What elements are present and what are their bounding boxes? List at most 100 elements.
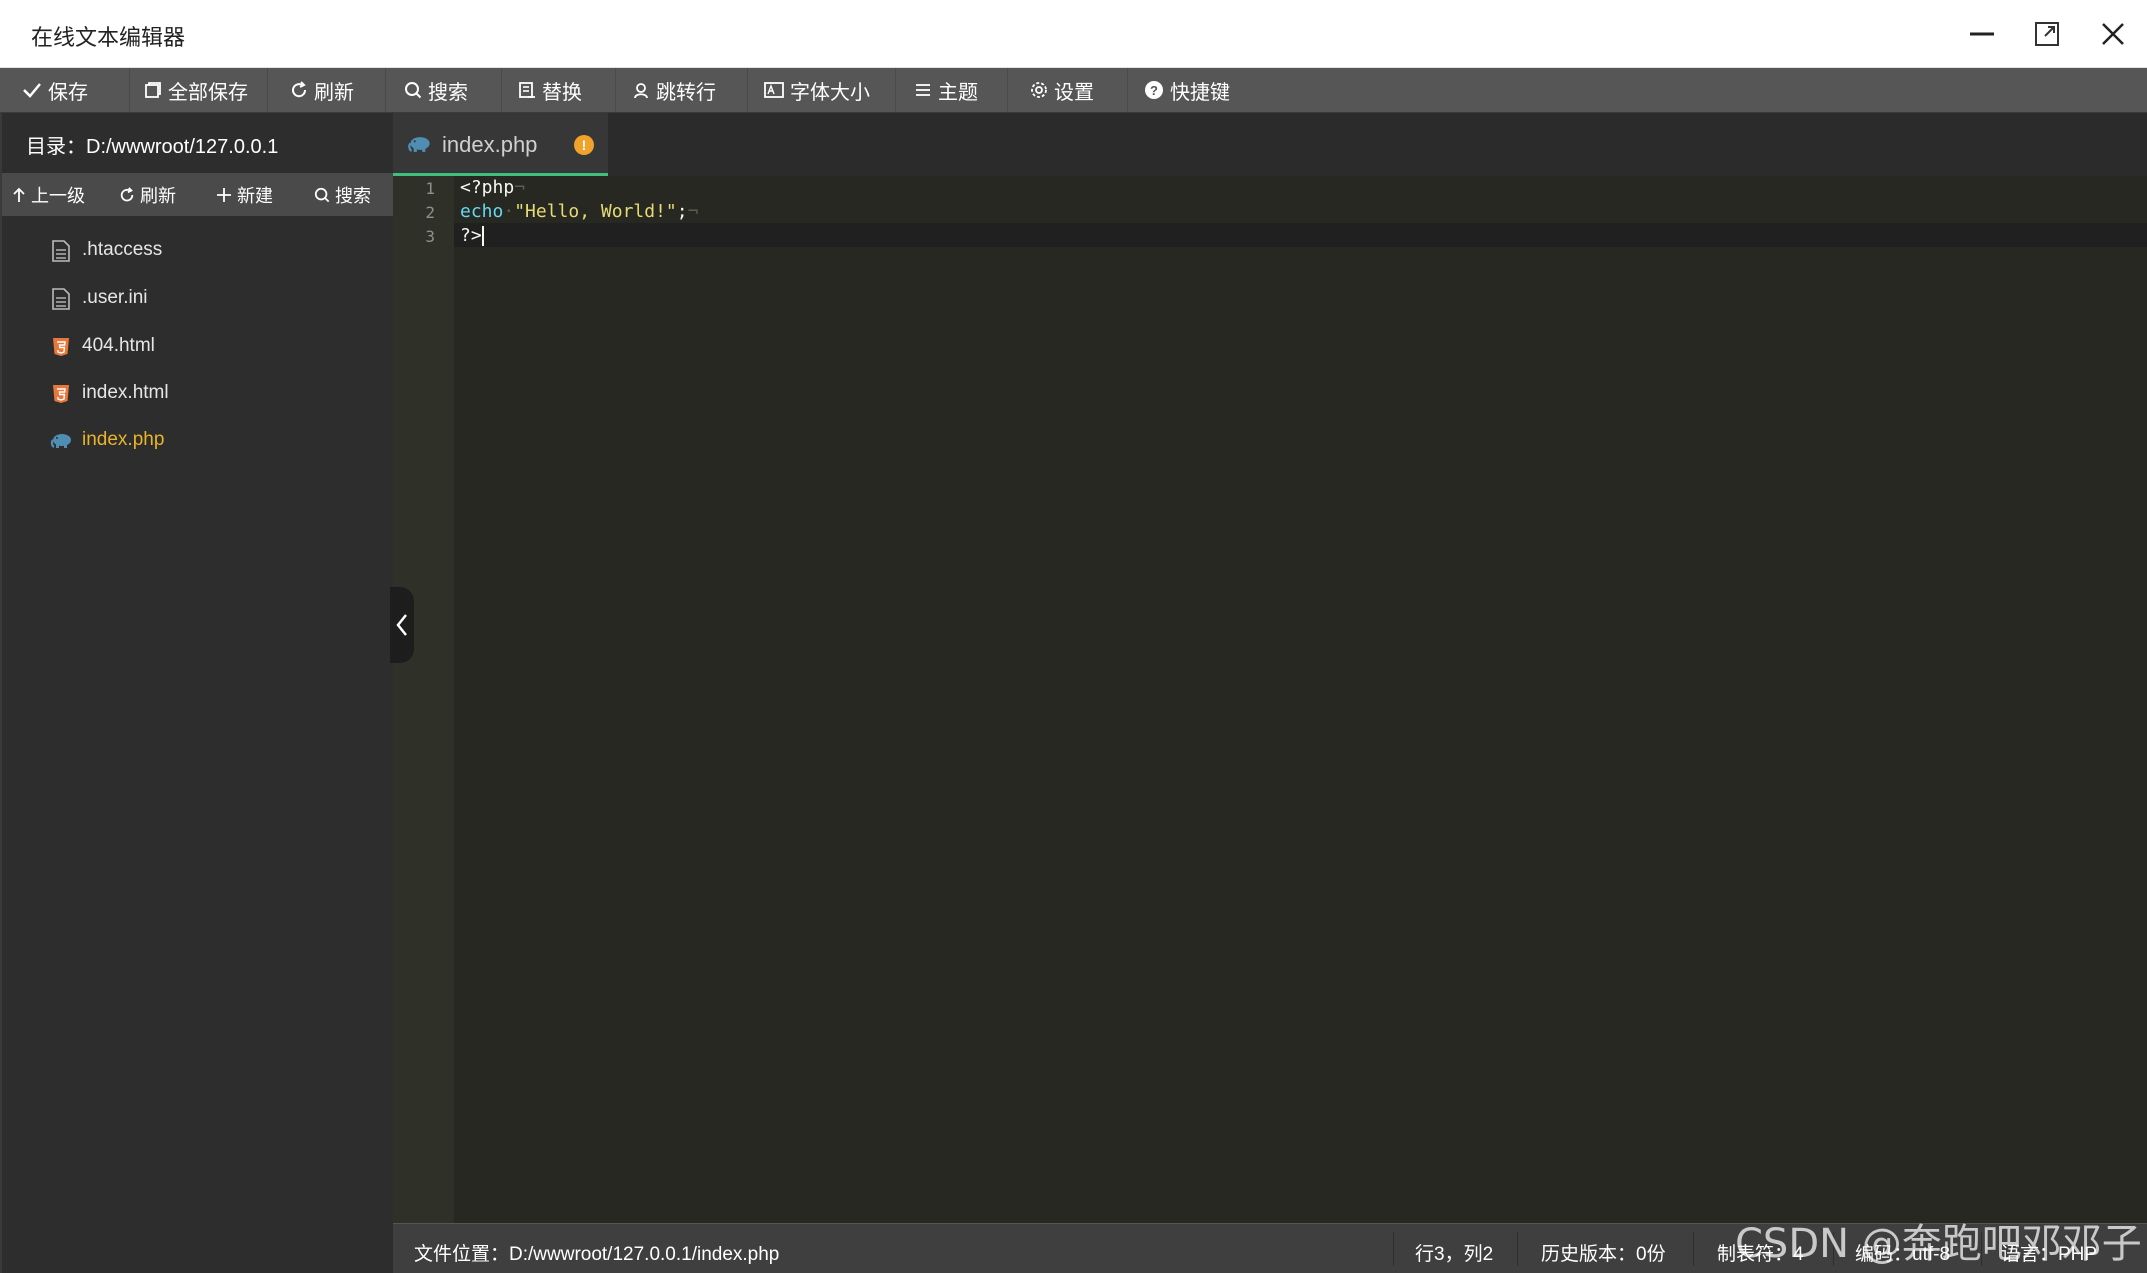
file-sidebar: 目录：D:/wwwroot/127.0.0.1 上一级 刷新 新建 搜索 .ht… xyxy=(0,113,393,1273)
font-size-icon xyxy=(764,82,784,98)
svg-text:?: ? xyxy=(1150,83,1158,98)
help-icon: ? xyxy=(1145,81,1163,99)
php-elephant-icon xyxy=(407,136,431,158)
settings-button[interactable]: 设置 xyxy=(1016,68,1128,112)
theme-label: 主题 xyxy=(938,81,978,104)
file-item-user-ini[interactable]: .user.ini xyxy=(2,276,393,322)
goto-line-button[interactable]: 跳转行 xyxy=(618,68,748,112)
maximize-icon xyxy=(2035,22,2059,46)
sidebar-refresh-label: 刷新 xyxy=(140,185,176,206)
settings-label: 设置 xyxy=(1054,81,1094,104)
code-area[interactable]: <?php¬ echo·"Hello, World!";¬ ?> xyxy=(454,176,2147,1223)
eol-marker: ¬ xyxy=(514,177,526,198)
status-divider xyxy=(1517,1232,1518,1266)
editor-tab-strip: index.php ! xyxy=(393,113,2147,176)
line-number: 3 xyxy=(425,227,435,246)
sidebar-search-label: 搜索 xyxy=(335,185,371,206)
file-name: 404.html xyxy=(82,335,155,356)
text-cursor xyxy=(481,226,484,246)
eol-marker: ¬ xyxy=(687,201,699,222)
parent-dir-label: 上一级 xyxy=(31,185,85,206)
parent-dir-button[interactable]: 上一级 xyxy=(12,173,85,216)
code-editor: index.php ! 1 2 3 <?php¬ echo·"Hello, Wo… xyxy=(393,113,2147,1223)
check-icon xyxy=(23,83,41,98)
title-bar: 在线文本编辑器 xyxy=(0,0,2147,68)
line-number-gutter: 1 2 3 xyxy=(393,176,454,1223)
sidebar-toolbar: 上一级 刷新 新建 搜索 xyxy=(2,173,393,216)
code-line-2: echo·"Hello, World!";¬ xyxy=(460,201,699,222)
file-item-404-html[interactable]: 404.html xyxy=(2,324,393,370)
theme-button[interactable]: 主题 xyxy=(900,68,1008,112)
goto-icon xyxy=(634,83,648,99)
close-button[interactable] xyxy=(2093,14,2133,54)
refresh-button[interactable]: 刷新 xyxy=(276,68,386,112)
unsaved-warning-badge: ! xyxy=(574,135,594,155)
save-label: 保存 xyxy=(48,81,88,104)
replace-button[interactable]: 替换 xyxy=(504,68,616,112)
file-text-icon xyxy=(50,240,72,262)
tab-label: index.php xyxy=(442,132,538,157)
close-icon xyxy=(2102,23,2124,45)
status-divider xyxy=(1393,1232,1394,1266)
replace-label: 替换 xyxy=(542,81,582,104)
csdn-watermark: CSDN @奔跑吧邓邓子 xyxy=(1735,1221,2142,1267)
search-label: 搜索 xyxy=(428,81,468,104)
new-file-button[interactable]: 新建 xyxy=(216,173,273,216)
status-file-path: 文件位置：D:/wwwroot/127.0.0.1/index.php xyxy=(414,1244,780,1265)
line-number: 2 xyxy=(425,203,435,222)
save-button[interactable]: 保存 xyxy=(8,68,130,112)
active-line-highlight xyxy=(454,223,2147,247)
font-size-label: 字体大小 xyxy=(790,81,870,104)
search-button[interactable]: 搜索 xyxy=(390,68,502,112)
tab-index-php[interactable]: index.php ! xyxy=(393,113,608,176)
code-line-3: ?> xyxy=(460,225,484,246)
arrow-up-icon xyxy=(13,187,25,202)
menu-icon xyxy=(916,84,930,96)
directory-path: 目录：D:/wwwroot/127.0.0.1 xyxy=(26,136,279,158)
keyword-echo: echo xyxy=(460,201,504,222)
php-open-tag: <?php xyxy=(460,177,515,198)
main-toolbar: 保存 全部保存 刷新 搜索 替换 跳转行 字体大小 主题 设置 ? 快捷键 xyxy=(0,68,2147,113)
refresh-icon xyxy=(292,81,307,98)
file-name: .user.ini xyxy=(82,287,148,308)
file-item-htaccess[interactable]: .htaccess xyxy=(2,228,393,274)
new-file-label: 新建 xyxy=(237,185,273,206)
directory-bar: 目录：D:/wwwroot/127.0.0.1 xyxy=(2,113,393,173)
file-item-index-php[interactable]: index.php xyxy=(2,418,393,464)
font-size-button[interactable]: 字体大小 xyxy=(750,68,896,112)
minimize-icon xyxy=(1970,32,1994,36)
html5-icon xyxy=(50,383,72,405)
file-name: .htaccess xyxy=(82,239,163,260)
search-icon xyxy=(405,82,422,99)
php-elephant-icon xyxy=(50,430,72,452)
sidebar-collapse-button[interactable] xyxy=(390,587,414,663)
refresh-icon xyxy=(120,186,134,201)
sidebar-search-button[interactable]: 搜索 xyxy=(314,173,371,216)
save-all-button[interactable]: 全部保存 xyxy=(130,68,268,112)
html5-icon xyxy=(50,336,72,358)
code-line-1: <?php¬ xyxy=(460,177,525,198)
status-cursor-position: 行3，列2 xyxy=(1415,1244,1494,1265)
file-name: index.php xyxy=(82,429,165,450)
file-item-index-html[interactable]: index.html xyxy=(2,371,393,417)
search-icon xyxy=(314,187,330,202)
file-text-icon xyxy=(50,288,72,310)
line-number: 1 xyxy=(425,179,435,198)
sidebar-refresh-button[interactable]: 刷新 xyxy=(119,173,176,216)
copy-icon xyxy=(145,82,161,98)
goto-line-label: 跳转行 xyxy=(656,81,716,104)
semicolon: ; xyxy=(676,201,688,222)
status-divider xyxy=(1693,1232,1694,1266)
file-name: index.html xyxy=(82,382,169,403)
plus-icon xyxy=(217,187,231,202)
window-title: 在线文本编辑器 xyxy=(31,25,186,50)
maximize-button[interactable] xyxy=(2027,14,2067,54)
status-history[interactable]: 历史版本：0份 xyxy=(1541,1239,1666,1266)
refresh-label: 刷新 xyxy=(314,81,354,104)
string-literal: "Hello, World!" xyxy=(514,201,677,222)
minimize-button[interactable] xyxy=(1962,14,2002,54)
chevron-left-icon xyxy=(396,614,407,636)
shortcuts-button[interactable]: ? 快捷键 xyxy=(1130,68,1258,112)
save-all-label: 全部保存 xyxy=(168,81,248,104)
gear-icon xyxy=(1031,82,1047,98)
